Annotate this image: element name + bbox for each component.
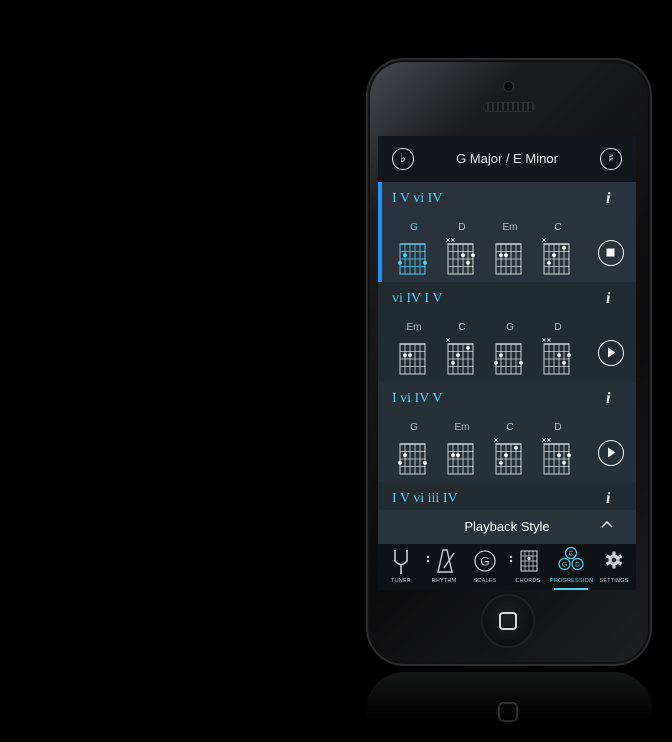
playback-style-bar[interactable]: Playback Style [378, 510, 636, 544]
chord-box[interactable]: Em [442, 422, 482, 478]
svg-text:D: D [575, 562, 580, 569]
chord-diagram-d [446, 238, 475, 275]
svg-text:G: G [562, 562, 567, 569]
progression-numerals: I vi IV V [392, 391, 443, 406]
sharp-button[interactable]: ♯ [600, 148, 622, 170]
info-icon[interactable]: i [606, 290, 610, 308]
progression-circles-icon: C G D [558, 546, 584, 571]
chord-box[interactable]: C [538, 222, 578, 278]
tab-rhythm[interactable]: RHYTHM [422, 544, 466, 590]
progression-row[interactable]: vi IV I V i Em C G D [378, 282, 636, 382]
play-icon [608, 347, 616, 358]
tab-scales-label: SCALES [473, 578, 497, 584]
chord-diagram-g [398, 443, 427, 475]
tab-rhythm-label: RHYTHM [431, 578, 457, 584]
chord-name: D [554, 322, 562, 333]
stop-button[interactable] [598, 240, 624, 266]
chord-diagram-em [399, 343, 426, 375]
chord-box[interactable]: G [394, 222, 434, 278]
chord-diagram-g [494, 343, 523, 375]
earpiece-speaker [484, 103, 534, 111]
progression-numerals: I V vi iii IV [392, 491, 458, 506]
info-icon[interactable]: i [606, 390, 610, 408]
chord-box[interactable]: D [442, 222, 482, 278]
gear-icon [605, 551, 623, 569]
active-tab-indicator [554, 588, 588, 590]
chord-diagram-d [542, 438, 571, 475]
chord-diagram-c [494, 438, 522, 475]
chord-name: D [554, 422, 562, 433]
chord-box[interactable]: Em [394, 322, 434, 378]
chord-name: Em [454, 422, 470, 433]
scale-g-icon: G [474, 550, 496, 572]
tab-progression[interactable]: C G D PROGRESSION [550, 544, 594, 590]
tab-chords[interactable]: CHORDS [506, 544, 550, 590]
chord-name: G [410, 422, 418, 433]
tab-settings[interactable]: SETTINGS [594, 544, 634, 590]
chord-box[interactable]: D [538, 322, 578, 378]
tab-settings-label: SETTINGS [599, 578, 629, 584]
svg-text:G: G [480, 555, 489, 569]
chord-name: G [506, 322, 514, 333]
home-button[interactable] [483, 596, 533, 646]
chord-box[interactable]: D [538, 422, 578, 478]
chevron-up-icon[interactable] [600, 517, 614, 531]
chord-diagram-em [495, 243, 522, 275]
chord-name: Em [502, 222, 518, 233]
front-camera [504, 82, 513, 91]
key-header: ♭ G Major / E Minor ♯ [378, 136, 636, 183]
home-button-reflection [498, 702, 518, 722]
chord-name: C [458, 322, 466, 333]
chord-name: C [554, 222, 562, 233]
tab-progression-label: PROGRESSION [550, 578, 594, 584]
chord-box[interactable]: Em [490, 222, 530, 278]
play-icon [608, 447, 616, 458]
play-button[interactable] [598, 440, 624, 466]
home-square-icon [499, 612, 517, 630]
flat-button[interactable]: ♭ [392, 148, 414, 170]
chord-name: C [506, 422, 514, 433]
progression-row[interactable]: I V vi IV i G D Em C [378, 182, 636, 282]
chord-box[interactable]: G [490, 322, 530, 378]
progression-numerals: I V vi IV [392, 191, 443, 206]
tab-tuner-label: TUNER [391, 578, 411, 584]
chord-box[interactable]: C [442, 322, 482, 378]
svg-text:C: C [569, 551, 574, 558]
chord-name: Em [406, 322, 422, 333]
tab-chords-label: CHORDS [515, 578, 541, 584]
playback-style-label: Playback Style [464, 519, 550, 534]
app-screen: ♭ G Major / E Minor ♯ I V vi IV i G D Em Cvi … [378, 136, 636, 590]
info-icon[interactable]: i [606, 490, 610, 508]
progression-row[interactable]: I vi IV V i G Em C D [378, 382, 636, 482]
chord-diagram-c [446, 338, 474, 375]
chord-box[interactable]: G [394, 422, 434, 478]
tab-scales[interactable]: G SCALES [466, 544, 504, 590]
stop-icon [606, 248, 615, 257]
active-row-indicator [378, 182, 382, 282]
chord-diagram-g [398, 243, 427, 275]
tab-bar: TUNER RHYTHM G SCALES CHORDS C G D PROGR… [378, 544, 636, 590]
info-icon[interactable]: i [606, 190, 610, 208]
tuning-fork-icon [394, 550, 408, 574]
tab-tuner[interactable]: TUNER [382, 544, 420, 590]
play-button[interactable] [598, 340, 624, 366]
progression-numerals: vi IV I V [392, 291, 443, 306]
chord-name: G [410, 222, 418, 233]
chord-name: D [458, 222, 466, 233]
chord-grid-icon [509, 550, 538, 572]
chord-box[interactable]: C [490, 422, 530, 478]
chord-diagram-c [542, 238, 570, 275]
metronome-icon [426, 549, 455, 573]
key-title: G Major / E Minor [456, 151, 558, 166]
chord-diagram-em [447, 443, 474, 475]
chord-diagram-d [542, 338, 571, 375]
